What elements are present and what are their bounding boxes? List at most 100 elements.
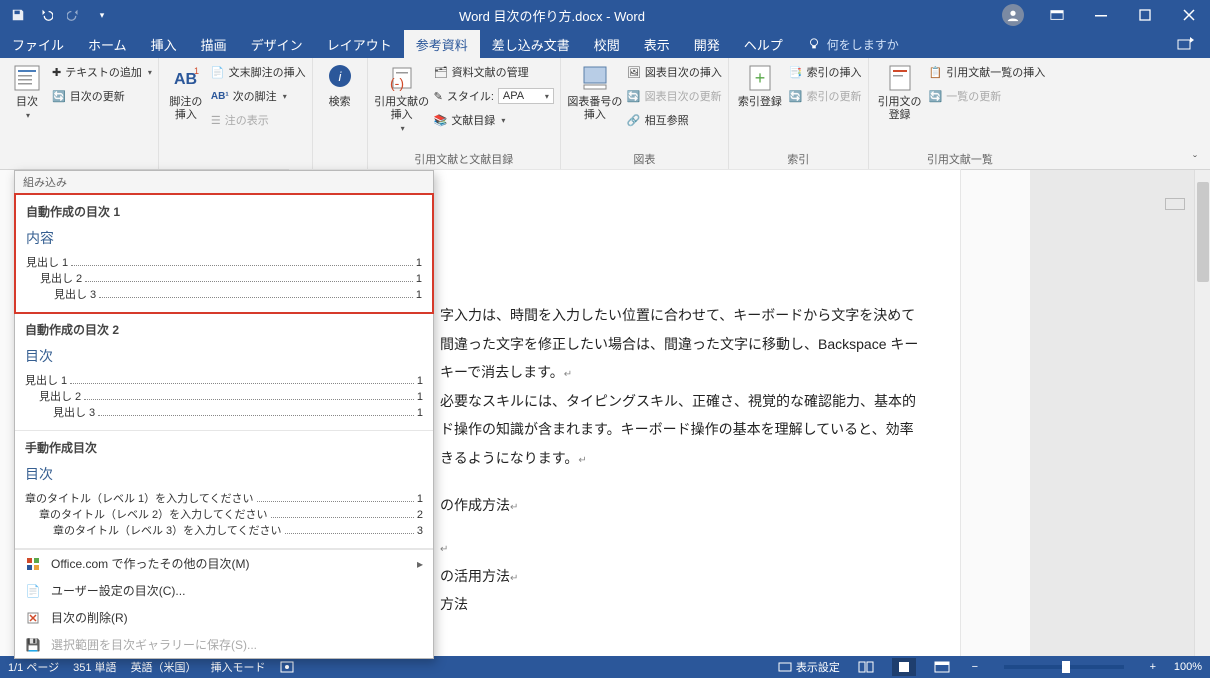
toc-button[interactable]: 目次 ▾ [6,62,48,120]
view-print-layout[interactable] [892,658,916,676]
insert-toa-button[interactable]: 📋引用文献一覧の挿入 [929,62,1046,82]
toc-save-gallery-item: 💾 選択範囲を目次ギャラリーに保存(S)... [15,631,433,658]
custom-toc-icon: 📄 [25,583,41,599]
insert-footnote-label: 脚注の挿入 [165,96,207,122]
view-web-layout[interactable] [930,658,954,676]
zoom-slider-thumb[interactable] [1062,661,1070,673]
mark-index-entry-button[interactable]: + 索引登録 [735,62,785,109]
caption-icon [579,62,611,94]
insert-caption-button[interactable]: 図表番号の挿入 [567,62,623,122]
doc-line: ↵ [440,534,938,561]
zoom-in-button[interactable]: + [1146,660,1160,674]
show-notes-icon: ☰ [211,114,221,127]
undo-icon[interactable] [36,5,56,25]
endnote-icon: 📄 [211,66,225,79]
toc-more-office-item[interactable]: Office.com で作ったその他の目次(M) ▸ [15,550,433,577]
tab-file[interactable]: ファイル [0,30,76,58]
mark-citation-button[interactable]: 引用文の登録 [875,62,925,122]
citation-style-row: ✎ スタイル: APA▾ [434,86,554,106]
tab-layout[interactable]: レイアウト [315,30,404,58]
citation-style-select[interactable]: APA▾ [498,88,554,104]
scrollbar-thumb[interactable] [1197,182,1209,282]
mark-citation-icon [884,62,916,94]
chevron-down-icon: ▾ [26,111,30,120]
redo-icon[interactable] [64,5,84,25]
footnote-icon: AB1 [170,62,202,94]
tab-references[interactable]: 参考資料 [404,30,480,58]
tab-draw[interactable]: 描画 [189,30,239,58]
close-button[interactable] [1168,1,1210,29]
tab-mailings[interactable]: 差し込み文書 [480,30,582,58]
svg-text:1: 1 [194,66,199,76]
save-icon[interactable] [8,5,28,25]
svg-text:(-): (-) [390,75,404,91]
tell-me[interactable]: 何をしますか [795,30,911,58]
qat-customize-icon[interactable]: ▾ [92,5,112,25]
manage-sources-icon: 🗂 [434,66,448,79]
toc-preset-auto2[interactable]: 自動作成の目次 2 目次 見出し 11 見出し 21 見出し 31 [15,313,433,431]
manage-sources-button[interactable]: 🗂資料文献の管理 [434,62,554,82]
add-text-button[interactable]: ✚テキストの追加▾ [52,62,152,82]
tab-insert[interactable]: 挿入 [139,30,189,58]
toc-preset-manual[interactable]: 手動作成目次 目次 章のタイトル（レベル 1）を入力してください1 章のタイトル… [15,431,433,549]
share-button[interactable] [1172,33,1200,55]
insert-footnote-button[interactable]: AB1 脚注の挿入 [165,62,207,122]
tof-icon: 🖼 [627,66,641,79]
smart-lookup-button[interactable]: i 検索 [319,62,361,109]
doc-line: 必要なスキルには、タイピングスキル、正確さ、視覚的な確認能力、基本的 [440,388,938,415]
insert-index-button[interactable]: 📑索引の挿入 [789,62,862,82]
window-title: Word 目次の作り方.docx - Word [112,6,992,25]
doc-line: キーで消去します。↵ [440,359,938,386]
tab-help[interactable]: ヘルプ [732,30,795,58]
cross-reference-button[interactable]: 🔗相互参照 [627,110,722,130]
status-macro-icon[interactable] [280,661,294,673]
view-read-mode[interactable] [854,658,878,676]
bibliography-button[interactable]: 📚文献目録▾ [434,110,554,130]
status-insert-mode[interactable]: 挿入モード [211,659,266,675]
toc-remove-item[interactable]: 目次の削除(R) [15,604,433,631]
right-gutter [1030,170,1210,660]
doc-line: 字入力は、時間を入力したい位置に合わせて、キーボードから文字を決めて [440,302,938,329]
display-settings-icon[interactable]: 表示設定 [778,659,840,675]
tab-review[interactable]: 校閲 [582,30,632,58]
status-word-count[interactable]: 351 単語 [73,659,116,675]
doc-line: 方法 [440,591,938,618]
insert-citation-button[interactable]: (-) 引用文献の挿入▾ [374,62,430,133]
user-icon [1002,4,1024,26]
zoom-slider[interactable] [1004,665,1124,669]
bibliography-icon: 📚 [434,114,448,127]
status-language[interactable]: 英語（米国） [131,659,197,675]
ribbon-display-options[interactable] [1036,1,1078,29]
save-gallery-icon: 💾 [25,637,41,653]
insert-tof-button[interactable]: 🖼図表目次の挿入 [627,62,722,82]
toc-gallery-dropdown: 組み込み 自動作成の目次 1 内容 見出し 11 見出し 21 見出し 31 自… [14,170,434,659]
tab-design[interactable]: デザイン [239,30,315,58]
update-index-button: 🔄索引の更新 [789,86,862,106]
account-button[interactable] [992,1,1034,29]
update-toc-button[interactable]: 🔄目次の更新 [52,86,152,106]
zoom-out-button[interactable]: − [968,660,982,674]
group-footnotes: AB1 脚注の挿入 📄文末脚注の挿入 AB¹次の脚注▾ ☰注の表示 [159,58,313,169]
style-label: スタイル: [447,88,494,104]
show-notes-button: ☰注の表示 [211,110,306,130]
zoom-level[interactable]: 100% [1174,661,1202,673]
status-page[interactable]: 1/1 ページ [8,659,59,675]
doc-line: きるようになります。↵ [440,445,938,472]
collapse-ribbon-button[interactable]: ˇ [1186,153,1204,167]
vertical-scrollbar[interactable] [1194,170,1210,660]
toc-preset-auto1[interactable]: 自動作成の目次 1 内容 見出し 11 見出し 21 見出し 31 [14,193,434,314]
toc-custom-item[interactable]: 📄 ユーザー設定の目次(C)... [15,577,433,604]
tab-view[interactable]: 表示 [632,30,682,58]
maximize-button[interactable] [1124,1,1166,29]
search-circle-icon: i [324,62,356,94]
svg-text:+: + [755,68,766,88]
update-icon: 🔄 [52,90,66,103]
lightbulb-icon [807,37,821,51]
insert-endnote-button[interactable]: 📄文末脚注の挿入 [211,62,306,82]
tab-home[interactable]: ホーム [76,30,139,58]
minimize-button[interactable] [1080,1,1122,29]
tab-developer[interactable]: 開発 [682,30,732,58]
group-authorities-label: 引用文献一覧 [875,151,1046,169]
next-footnote-button[interactable]: AB¹次の脚注▾ [211,86,306,106]
toc-icon [11,62,43,94]
